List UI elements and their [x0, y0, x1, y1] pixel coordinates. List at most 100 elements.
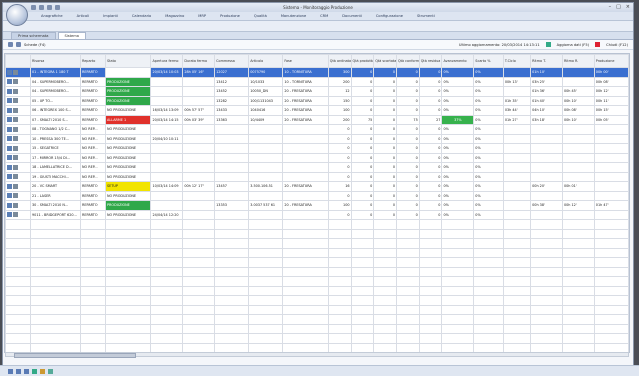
- column-header-6[interactable]: Commessa: [214, 54, 250, 68]
- table-row[interactable]: 9011 - BRIDGEPORT 620... REPARTO NO PRODUZ…: [5, 209, 629, 220]
- edit-icon[interactable]: [7, 193, 12, 199]
- chart-icon[interactable]: [13, 212, 18, 218]
- table-row[interactable]: 19 - GIUSTI MACCHI... NO REP... NO PRODUZI…: [5, 171, 629, 182]
- row-icons[interactable]: [5, 181, 31, 192]
- edit-icon[interactable]: [7, 69, 12, 75]
- menu-item-12[interactable]: Strumenti: [417, 14, 435, 18]
- menu-item-5[interactable]: MRP: [198, 14, 206, 18]
- row-icons[interactable]: [5, 143, 31, 154]
- column-header-18[interactable]: Ritmo R.: [561, 54, 595, 68]
- table-row[interactable]: 15 - SEGATRICE NO REP... NO PRODUZIONE 0 0 0 0…: [5, 143, 629, 154]
- edit-icon[interactable]: [7, 98, 12, 104]
- table-row[interactable]: 04 - SUPERMOBERO... REPARTO PRODUZIONE 1341…: [5, 76, 629, 87]
- table-row[interactable]: 01 - INTEGRA 1 180 T REPARTO 20/03/14 10:0…: [5, 67, 629, 78]
- chart-icon[interactable]: [13, 107, 18, 113]
- column-header-2[interactable]: Reparto: [80, 54, 107, 68]
- edit-icon[interactable]: [7, 117, 12, 123]
- row-icons[interactable]: [5, 95, 31, 106]
- column-header-8[interactable]: Fase: [282, 54, 329, 68]
- table-row[interactable]: 18 - LAMELLATRICE D... NO REP... NO PRODUZ…: [5, 162, 629, 173]
- edit-icon[interactable]: [7, 126, 12, 132]
- row-icons[interactable]: [5, 200, 31, 211]
- filter-icon[interactable]: [8, 42, 13, 47]
- status-icon-4[interactable]: [32, 368, 37, 374]
- column-header-15[interactable]: Scarto %: [473, 54, 504, 68]
- column-header-11[interactable]: Qtà scartata: [373, 54, 397, 68]
- column-header-17[interactable]: Ritmo T.: [530, 54, 563, 68]
- edit-icon[interactable]: [7, 164, 12, 170]
- table-row[interactable]: 06 - INTEGREX 100 S... REPARTO NO PRODUZIO…: [5, 105, 629, 116]
- table-row[interactable]: 07 - SMALTI 2010 S... REPARTO ALLARME 1 20/…: [5, 114, 629, 125]
- status-icon-5[interactable]: [40, 368, 45, 374]
- edit-icon[interactable]: [7, 136, 12, 142]
- edit-icon[interactable]: [7, 155, 12, 161]
- column-header-14[interactable]: Avanzamento: [441, 54, 475, 68]
- close-button[interactable]: Chiudi (F12): [606, 43, 628, 47]
- app-menu-orb-icon[interactable]: [6, 4, 28, 26]
- chart-icon[interactable]: [13, 117, 18, 123]
- menu-item-8[interactable]: Manutenzione: [281, 14, 306, 18]
- table-row[interactable]: 20 - VC SMART REPARTO SETUP 10/03/14 14:09 0…: [5, 181, 629, 192]
- menu-item-1[interactable]: Articoli: [77, 14, 90, 18]
- refresh-button[interactable]: Aggiorna dati (F5): [557, 43, 589, 47]
- row-icons[interactable]: [5, 124, 31, 135]
- refresh-icon[interactable]: [545, 42, 551, 47]
- schede-icon[interactable]: [16, 42, 21, 47]
- row-icons[interactable]: [5, 171, 31, 182]
- chart-icon[interactable]: [13, 69, 18, 75]
- chart-icon[interactable]: [13, 98, 18, 104]
- maximize-icon[interactable]: □: [616, 4, 621, 10]
- chart-icon[interactable]: [13, 155, 18, 161]
- edit-icon[interactable]: [7, 212, 12, 218]
- chart-icon[interactable]: [13, 79, 18, 85]
- column-header-16[interactable]: T.Ciclo: [502, 54, 532, 68]
- chart-icon[interactable]: [13, 183, 18, 189]
- tab-1[interactable]: Sistema: [57, 32, 86, 39]
- schede-button[interactable]: Schede (F4): [24, 43, 46, 47]
- scroll-thumb[interactable]: [14, 353, 136, 358]
- menu-item-10[interactable]: Documenti: [342, 14, 362, 18]
- chart-icon[interactable]: [13, 136, 18, 142]
- column-header-7[interactable]: Articolo: [248, 54, 284, 68]
- row-icons[interactable]: [5, 86, 31, 97]
- table-row[interactable]: 08 - TOGNANO 1/2 C... NO REP... NO PRODUZI…: [5, 124, 629, 135]
- menu-item-4[interactable]: Magazzino: [165, 14, 184, 18]
- tab-0[interactable]: Prima schermata: [11, 32, 56, 39]
- edit-icon[interactable]: [7, 174, 12, 180]
- row-icons[interactable]: [5, 133, 31, 144]
- status-icon-3[interactable]: [24, 368, 29, 374]
- row-icons[interactable]: [5, 114, 31, 125]
- row-icons[interactable]: [5, 190, 31, 201]
- table-row[interactable]: 10 - PRESSA 300 TE... NO REP... NO PRODUZI…: [5, 133, 629, 144]
- chart-icon[interactable]: [13, 174, 18, 180]
- column-header-5[interactable]: Durata fermo: [182, 54, 216, 68]
- status-icon-6[interactable]: [48, 368, 53, 374]
- chart-icon[interactable]: [13, 193, 18, 199]
- close-panel-icon[interactable]: [595, 42, 601, 47]
- column-header-0[interactable]: [5, 54, 31, 68]
- menu-item-11[interactable]: Configurazione: [376, 14, 403, 18]
- column-header-1[interactable]: Risorsa: [29, 54, 82, 68]
- column-header-10[interactable]: Qtà prodotta: [350, 54, 375, 68]
- chart-icon[interactable]: [13, 202, 18, 208]
- edit-icon[interactable]: [7, 183, 12, 189]
- row-icons[interactable]: [5, 162, 31, 173]
- column-header-4[interactable]: Apertura fermo: [150, 54, 184, 68]
- edit-icon[interactable]: [7, 79, 12, 85]
- column-header-12[interactable]: Qtà conforme: [396, 54, 420, 68]
- minimize-icon[interactable]: –: [609, 4, 612, 10]
- table-row[interactable]: 04 - SUPERMOBERO... REPARTO PRODUZIONE 1345…: [5, 86, 629, 97]
- row-icons[interactable]: [5, 76, 31, 87]
- menu-item-9[interactable]: CRM: [320, 14, 328, 18]
- status-icon-1[interactable]: [8, 368, 13, 374]
- menu-item-0[interactable]: Anagrafiche: [41, 14, 63, 18]
- chart-icon[interactable]: [13, 164, 18, 170]
- menu-item-2[interactable]: Impianti: [103, 14, 118, 18]
- status-icon-2[interactable]: [16, 368, 21, 374]
- row-icons[interactable]: [5, 209, 31, 220]
- menu-item-7[interactable]: Qualità: [254, 14, 267, 18]
- chart-icon[interactable]: [13, 88, 18, 94]
- edit-icon[interactable]: [7, 88, 12, 94]
- table-row[interactable]: 05 - UP TO... REPARTO PRODUZIONE 13282 100/1…: [5, 95, 629, 106]
- horizontal-scrollbar[interactable]: [5, 352, 629, 358]
